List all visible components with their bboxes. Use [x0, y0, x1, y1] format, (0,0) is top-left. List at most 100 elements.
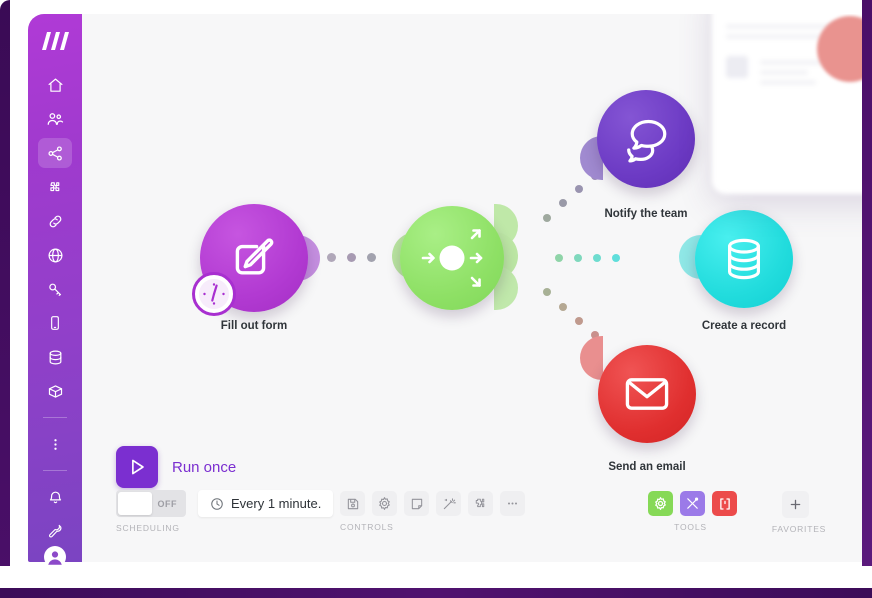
make-logo-icon[interactable]	[38, 30, 72, 52]
sidebar-item-notifications[interactable]	[38, 482, 72, 512]
connector-dot	[612, 254, 620, 262]
envelope-icon	[625, 378, 669, 410]
bell-icon	[49, 491, 61, 503]
scheduling-group: OFF Every 1 minute. SCHEDULING	[116, 490, 334, 533]
controls-caption: CONTROLS	[340, 522, 394, 532]
node-label-record: Create a record	[701, 320, 787, 332]
sidebar-item-home[interactable]	[38, 70, 72, 100]
trigger-schedule-badge[interactable]	[192, 272, 236, 316]
scenario-canvas[interactable]: Fill out form Notify the team Create a r…	[82, 14, 862, 562]
gear-icon	[379, 497, 390, 510]
favorites-caption: FAVORITES	[771, 524, 827, 534]
node-router[interactable]	[400, 206, 504, 310]
sidebar-item-templates[interactable]	[38, 172, 72, 202]
globe-icon	[48, 248, 62, 262]
connector-dot	[593, 254, 601, 262]
play-icon	[132, 459, 144, 475]
run-once-label: Run once	[172, 458, 237, 476]
node-label-notify: Notify the team	[604, 208, 688, 220]
tool-flow-control-button[interactable]	[680, 491, 705, 516]
home-icon	[48, 78, 62, 92]
sidebar-item-datastores[interactable]	[38, 342, 72, 372]
control-more-button[interactable]	[500, 491, 525, 516]
node-port-email-in	[580, 336, 603, 380]
sidebar-nav	[28, 70, 82, 546]
controls-buttons	[340, 491, 525, 516]
connector-dot	[543, 214, 551, 222]
overlay-ghost-block	[726, 56, 748, 78]
connector-dot	[347, 253, 356, 262]
sidebar-item-more[interactable]	[38, 429, 72, 459]
sidebar-item-webhooks[interactable]	[38, 240, 72, 270]
user-avatar-icon	[44, 546, 66, 568]
tool-tools-button[interactable]	[648, 491, 673, 516]
control-autoalign-button[interactable]	[436, 491, 461, 516]
scheduling-toggle-state: OFF	[157, 498, 177, 509]
clock-icon	[211, 497, 223, 510]
tools-cross-icon	[687, 497, 699, 509]
controls-group: CONTROLS	[340, 491, 525, 532]
connector-dot	[543, 288, 551, 296]
sidebar-item-scenarios[interactable]	[38, 138, 72, 168]
scheduling-toggle[interactable]: OFF	[116, 490, 186, 517]
sidebar-item-help[interactable]	[38, 516, 72, 546]
connector-dot	[575, 317, 583, 325]
brackets-icon	[719, 497, 730, 510]
device-frame-right	[862, 0, 872, 578]
clock-icon	[199, 279, 229, 309]
mobile-icon	[51, 316, 59, 330]
tools-caption: TOOLS	[674, 522, 707, 532]
ellipsis-icon	[508, 502, 517, 505]
control-notes-button[interactable]	[404, 491, 429, 516]
node-label-trigger: Fill out form	[220, 320, 288, 332]
sidebar-divider-1	[43, 417, 67, 418]
chat-bubbles-icon	[627, 119, 667, 163]
connector-dot	[559, 199, 567, 207]
control-settings-button[interactable]	[372, 491, 397, 516]
plus-icon	[790, 499, 801, 510]
device-frame-left	[0, 0, 10, 578]
avatar[interactable]	[44, 546, 66, 568]
run-once-button[interactable]	[116, 446, 158, 488]
scheduling-caption: SCHEDULING	[116, 523, 180, 533]
connector-dot	[327, 253, 336, 262]
sidebar-item-keys[interactable]	[38, 274, 72, 304]
sidebar-item-team[interactable]	[38, 104, 72, 134]
screenshot-root: Fill out form Notify the team Create a r…	[0, 0, 872, 598]
favorites-add-button[interactable]	[782, 491, 809, 518]
connector-dot	[559, 303, 567, 311]
users-icon	[47, 113, 64, 125]
form-edit-icon	[235, 238, 274, 275]
overlay-ghost-lines-2	[760, 60, 822, 90]
tool-text-parser-button[interactable]	[712, 491, 737, 516]
box-icon	[48, 384, 62, 398]
node-notify[interactable]	[597, 90, 695, 188]
scheduling-toggle-knob	[118, 492, 152, 515]
node-email[interactable]	[598, 345, 696, 443]
run-once-row: Run once	[116, 446, 236, 488]
control-add-module-button[interactable]	[468, 491, 493, 516]
favorites-group: FAVORITES	[772, 491, 834, 534]
dots-vertical-icon	[53, 438, 57, 450]
toolbar-groups: OFF Every 1 minute. SCHEDULING CONTROLS …	[82, 490, 862, 562]
save-icon	[347, 498, 358, 509]
page-bottom-strip	[0, 588, 872, 598]
sidebar	[28, 14, 82, 568]
wrench-icon	[48, 524, 61, 538]
link-icon	[49, 215, 61, 227]
bottom-toolbar: Run once OFF Every 1 minute. SCHEDULING …	[82, 442, 862, 562]
gear-icon	[655, 497, 666, 510]
sidebar-item-devices[interactable]	[38, 308, 72, 338]
control-save-button[interactable]	[340, 491, 365, 516]
sidebar-item-datastructures[interactable]	[38, 376, 72, 406]
app-window: Fill out form Notify the team Create a r…	[10, 0, 862, 570]
scheduling-interval-text: Every 1 minute.	[231, 496, 322, 511]
connector-dot	[367, 253, 376, 262]
share-nodes-icon	[47, 145, 62, 161]
sidebar-item-connections[interactable]	[38, 206, 72, 236]
database-icon	[728, 238, 760, 280]
key-icon	[48, 283, 61, 296]
node-record[interactable]	[695, 210, 793, 308]
scheduling-interval-field[interactable]: Every 1 minute.	[198, 490, 334, 517]
note-icon	[411, 498, 422, 509]
